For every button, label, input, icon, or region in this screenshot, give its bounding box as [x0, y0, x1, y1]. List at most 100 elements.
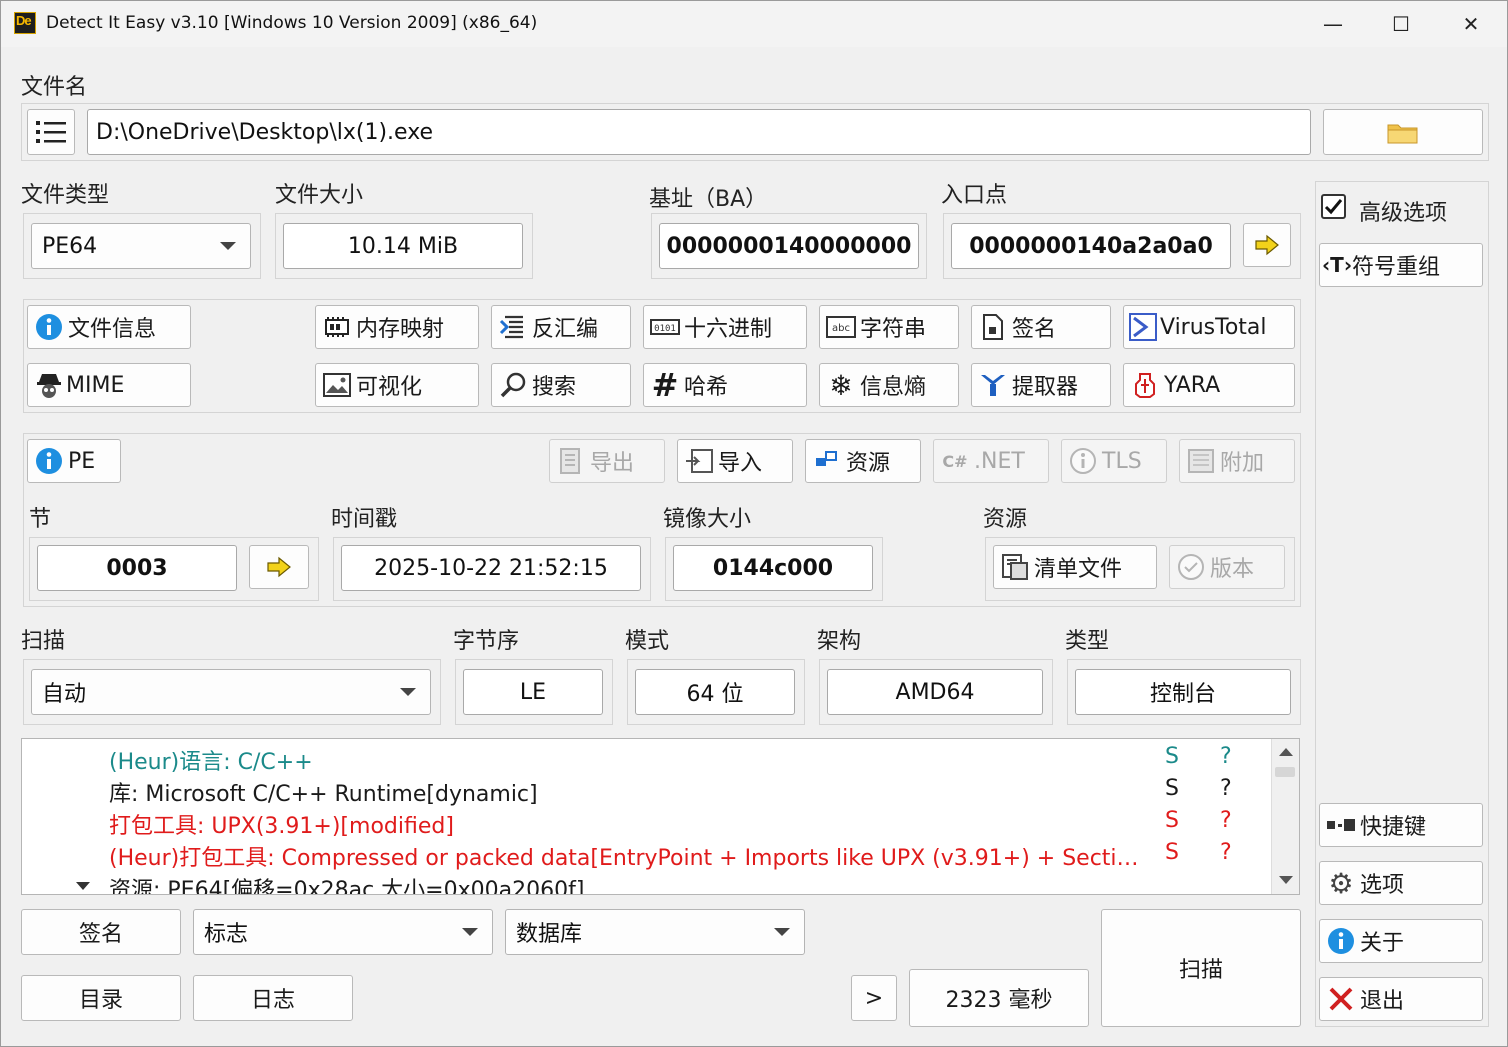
visualize-button[interactable]: 可视化 — [315, 363, 479, 407]
virustotal-button[interactable]: VirusTotal — [1123, 305, 1295, 349]
entry-point-field[interactable]: 0000000140a2a0a0 — [951, 223, 1231, 269]
mime-button[interactable]: MIME — [27, 363, 191, 407]
resources-icon — [812, 446, 842, 476]
minimize-button[interactable]: — — [1303, 7, 1363, 41]
hash-button[interactable]: # 哈希 — [643, 363, 807, 407]
pe-button[interactable]: PE — [27, 439, 121, 483]
scan-mode-value: 自动 — [42, 682, 87, 707]
more-button[interactable]: > — [851, 975, 897, 1021]
memory-map-label: 内存映射 — [356, 317, 445, 342]
info-icon — [34, 312, 64, 342]
strings-button[interactable]: abc 字符串 — [819, 305, 959, 349]
info-icon — [1326, 926, 1356, 956]
file-type-select[interactable]: PE64 — [31, 223, 251, 269]
result-text: 库: Microsoft C/C++ Runtime[dynamic] — [109, 782, 538, 807]
import-icon — [684, 446, 714, 476]
entropy-label: 信息熵 — [860, 375, 927, 400]
result-row[interactable]: 打包工具: UPX(3.91+)[modified] S ? — [22, 806, 1272, 839]
extractor-label: 提取器 — [1012, 375, 1079, 400]
scan-time-button[interactable]: 2323 毫秒 — [909, 969, 1089, 1027]
options-button[interactable]: ⚙ 选项 — [1319, 861, 1483, 905]
advanced-checkbox[interactable] — [1321, 194, 1346, 219]
recent-files-button[interactable] — [27, 109, 75, 155]
result-info-link[interactable]: ? — [1220, 808, 1232, 833]
database-value: 数据库 — [516, 922, 583, 947]
file-info-button[interactable]: 文件信息 — [27, 305, 191, 349]
disasm-label: 反汇编 — [532, 317, 599, 342]
svg-text:abc: abc — [832, 323, 850, 334]
image-size-field[interactable]: 0144c000 — [673, 545, 873, 591]
exit-button[interactable]: 退出 — [1319, 977, 1483, 1021]
flags-value: 标志 — [204, 922, 249, 947]
search-button[interactable]: 搜索 — [491, 363, 631, 407]
signatures-button[interactable]: 签名 — [21, 909, 181, 955]
scroll-down-icon[interactable] — [1279, 876, 1293, 884]
scroll-thumb[interactable] — [1275, 767, 1295, 777]
main-window: De Detect It Easy v3.10 [Windows 10 Vers… — [0, 0, 1508, 1047]
overlay-icon — [1186, 446, 1216, 476]
hex-button[interactable]: 0101 十六进制 — [643, 305, 807, 349]
scan-button[interactable]: 扫描 — [1101, 909, 1301, 1027]
result-info-link[interactable]: ? — [1220, 744, 1232, 769]
pe-label: PE — [68, 448, 96, 474]
image-size-label: 镜像大小 — [663, 507, 752, 532]
results-tree[interactable]: (Heur)语言: C/C++ S ? 库: Microsoft C/C++ R… — [21, 738, 1300, 895]
result-row[interactable]: (Heur)语言: C/C++ S ? — [22, 742, 1272, 775]
checkmark-icon — [1324, 199, 1343, 215]
result-info-link[interactable]: ? — [1220, 776, 1232, 801]
result-text: (Heur)打包工具: Compressed or packed data[En… — [109, 846, 1149, 871]
result-info-link[interactable]: ? — [1220, 840, 1232, 865]
resources-button[interactable]: 资源 — [805, 439, 921, 483]
advanced-label[interactable]: 高级选项 — [1359, 195, 1447, 227]
goto-entry-button[interactable] — [1243, 223, 1291, 267]
result-text: 打包工具: UPX(3.91+)[modified] — [109, 814, 454, 839]
close-button[interactable]: ✕ — [1441, 7, 1501, 41]
demangle-button[interactable]: ‹T› 符号重组 — [1319, 243, 1483, 287]
import-button[interactable]: 导入 — [677, 439, 793, 483]
scroll-up-icon[interactable] — [1279, 748, 1293, 756]
shortcuts-button[interactable]: 快捷键 — [1319, 803, 1483, 847]
goto-sections-button[interactable] — [249, 545, 309, 589]
database-select[interactable]: 数据库 — [505, 909, 805, 955]
result-row[interactable]: 库: Microsoft C/C++ Runtime[dynamic] S ? — [22, 774, 1272, 807]
memory-map-button[interactable]: 内存映射 — [315, 305, 479, 349]
directory-button[interactable]: 目录 — [21, 975, 181, 1021]
arch-field: AMD64 — [827, 669, 1043, 715]
flags-select[interactable]: 标志 — [193, 909, 493, 955]
document-icon — [978, 312, 1008, 342]
about-button[interactable]: 关于 — [1319, 919, 1483, 963]
extractor-button[interactable]: 提取器 — [971, 363, 1111, 407]
file-name-label: 文件名 — [21, 75, 88, 100]
signatures-tool-button[interactable]: 签名 — [971, 305, 1111, 349]
maximize-button[interactable]: ☐ — [1371, 7, 1431, 41]
dotnet-button[interactable]: C# .NET — [933, 439, 1049, 483]
resources-label: 资源 — [846, 451, 891, 476]
demangle-label: 符号重组 — [1352, 255, 1441, 280]
file-path-input[interactable]: D:\OneDrive\Desktop\lx(1).exe — [87, 109, 1311, 155]
sections-field[interactable]: 0003 — [37, 545, 237, 591]
base-address-field[interactable]: 0000000140000000 — [659, 223, 919, 269]
mime-label: MIME — [66, 372, 125, 398]
manifest-button[interactable]: 清单文件 — [993, 545, 1157, 589]
export-button[interactable]: 导出 — [549, 439, 665, 483]
spy-icon — [34, 370, 64, 400]
tls-button[interactable]: TLS — [1061, 439, 1167, 483]
file-type-value: PE64 — [42, 233, 98, 259]
info-icon — [34, 446, 64, 476]
log-button[interactable]: 日志 — [193, 975, 353, 1021]
yara-button[interactable]: YARA — [1123, 363, 1295, 407]
expand-arrow-icon[interactable] — [76, 882, 90, 890]
type-label: 类型 — [1065, 629, 1110, 654]
result-row[interactable]: 资源: PE64[偏移=0x28ac,大小=0x00a2060f] — [22, 870, 1272, 894]
overlay-button[interactable]: 附加 — [1179, 439, 1295, 483]
scan-mode-select[interactable]: 自动 — [31, 669, 431, 715]
disasm-button[interactable]: 反汇编 — [491, 305, 631, 349]
version-button[interactable]: 版本 — [1169, 545, 1285, 589]
endianness-label: 字节序 — [453, 629, 520, 654]
entropy-button[interactable]: ❄ 信息熵 — [819, 363, 959, 407]
open-file-button[interactable] — [1323, 109, 1483, 155]
result-row[interactable]: (Heur)打包工具: Compressed or packed data[En… — [22, 838, 1272, 871]
arch-label: 架构 — [817, 629, 862, 654]
disasm-icon — [498, 312, 528, 342]
results-scrollbar[interactable] — [1271, 739, 1299, 894]
